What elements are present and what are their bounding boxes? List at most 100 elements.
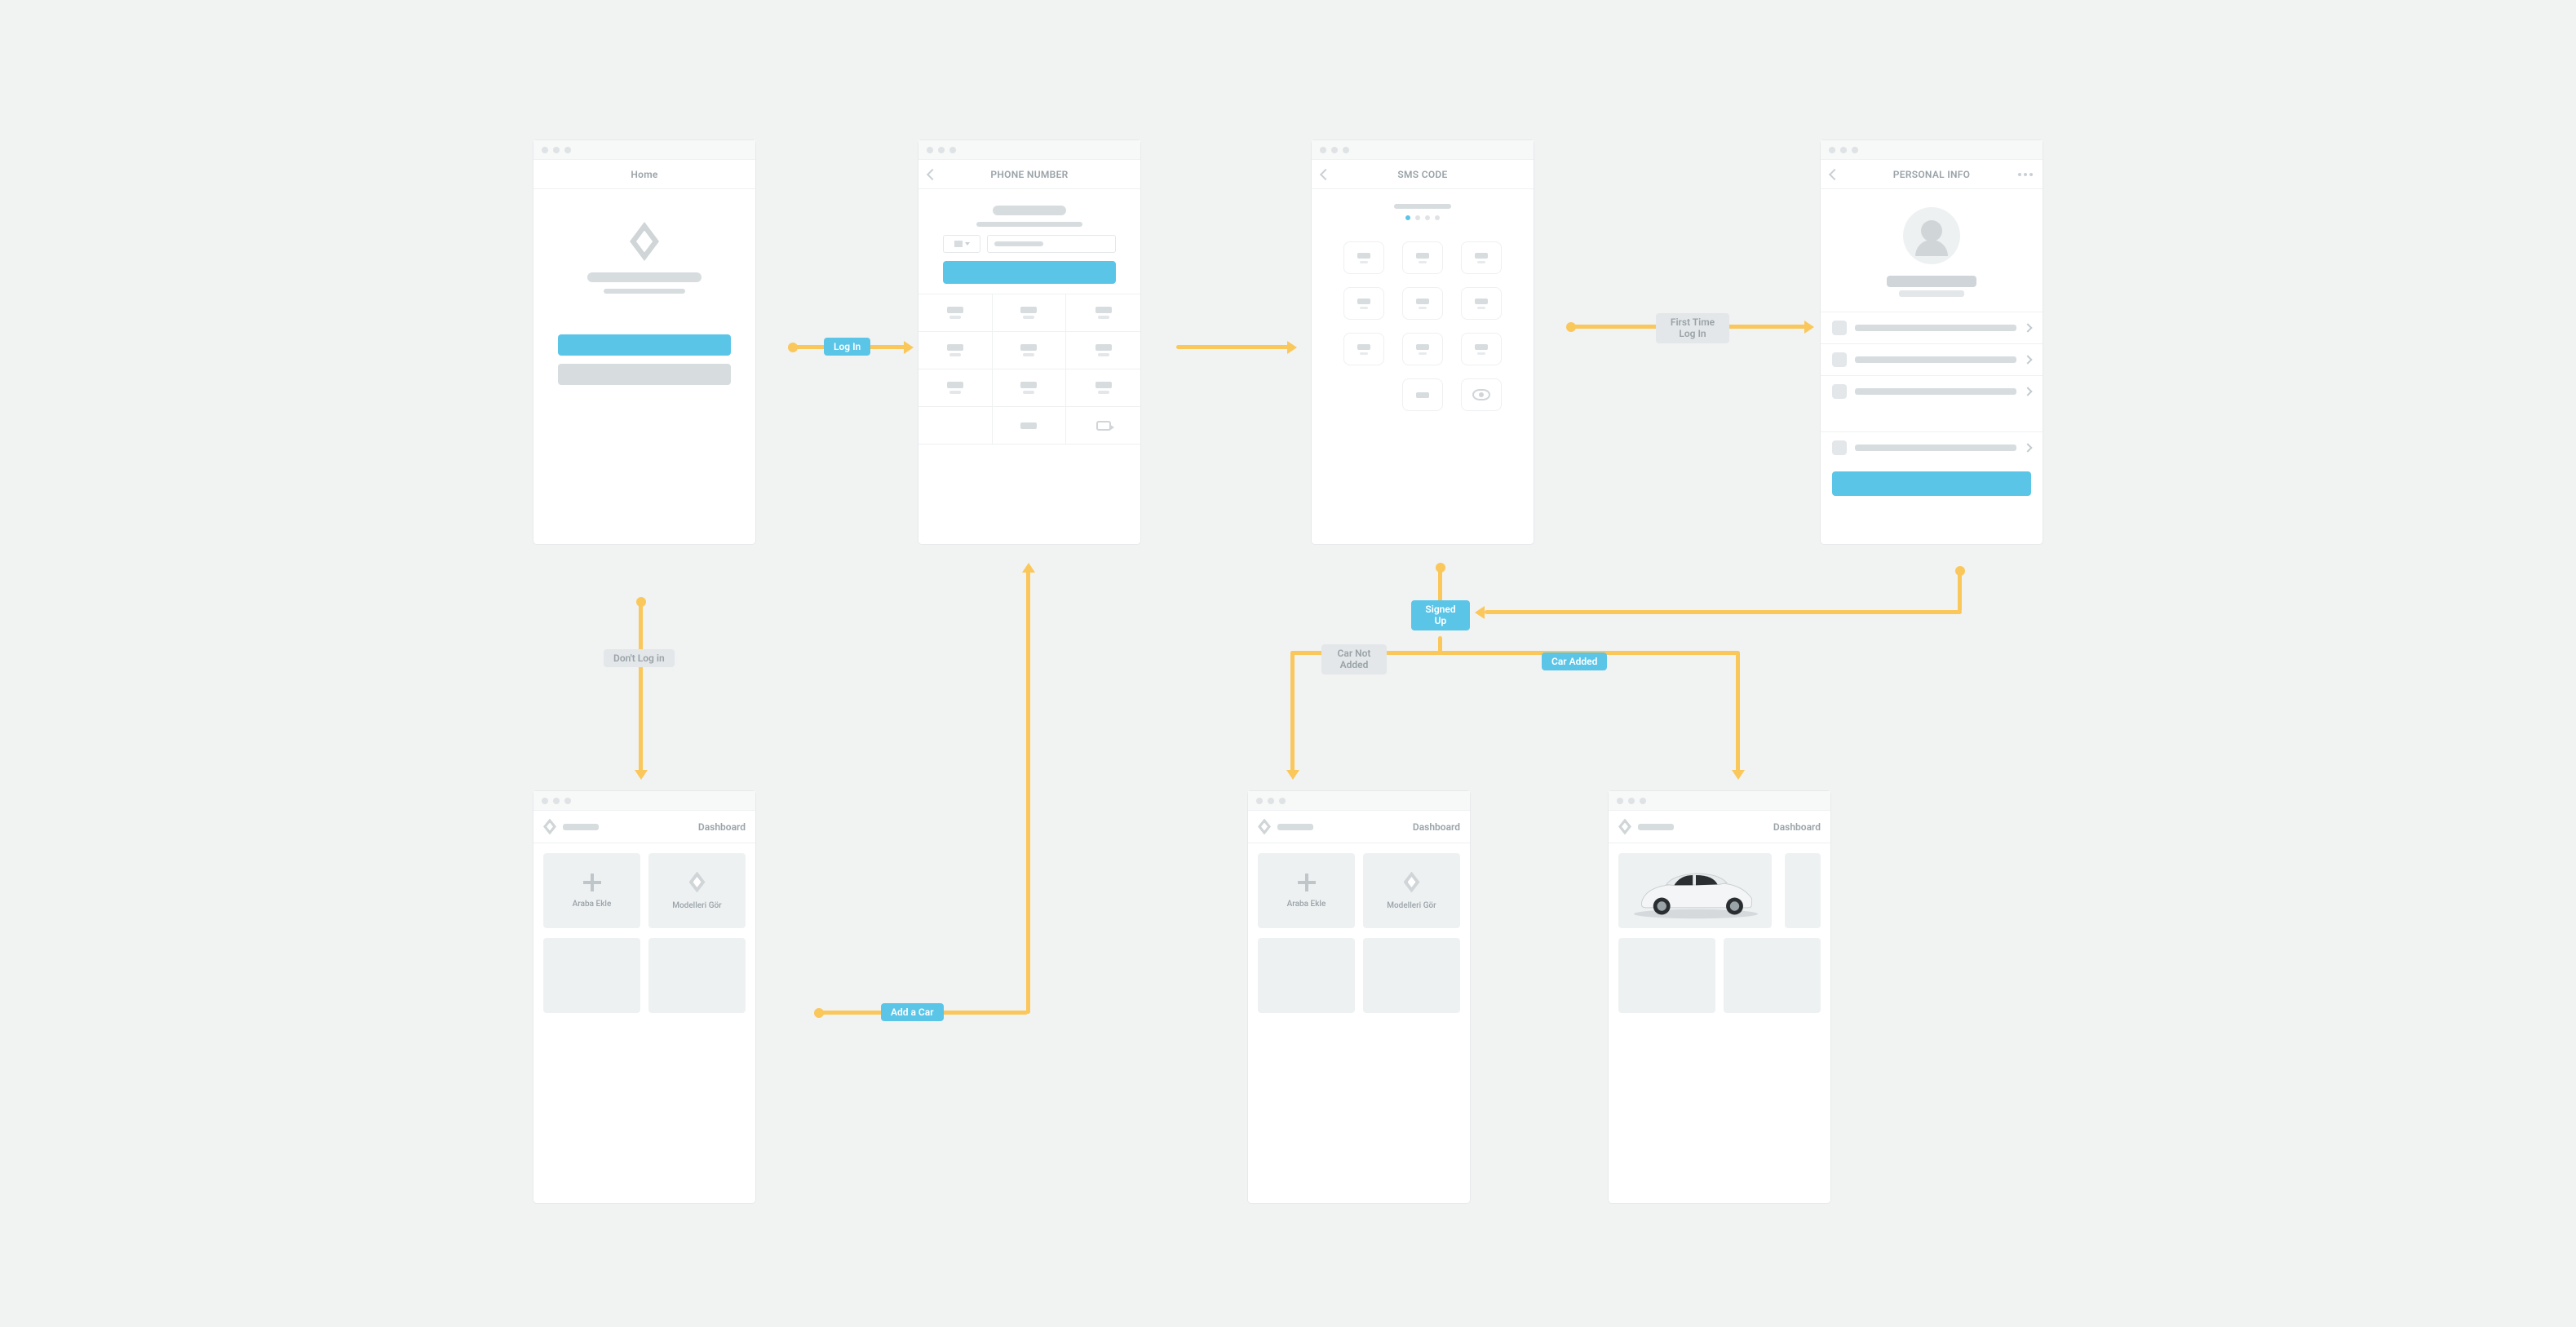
card-placeholder <box>1618 938 1715 1013</box>
pin-key-7[interactable] <box>1343 333 1384 365</box>
title-text: SMS CODE <box>1397 169 1447 180</box>
subheading-placeholder <box>976 222 1082 227</box>
traffic-light-dot <box>553 147 560 153</box>
dashboard-header: Dashboard <box>1248 811 1470 843</box>
key-6[interactable] <box>1066 332 1140 369</box>
list-item[interactable] <box>1821 375 2043 407</box>
avatar-placeholder-icon[interactable] <box>1903 207 1960 264</box>
flow-label-first-time: First Time Log In <box>1656 313 1729 343</box>
list-icon <box>1832 440 1847 455</box>
list-icon <box>1832 352 1847 367</box>
arrow-right-icon <box>1804 321 1814 334</box>
arrow-down-icon <box>635 770 648 780</box>
screen-phone-number: PHONE NUMBER <box>918 140 1140 544</box>
back-icon[interactable] <box>1829 168 1840 179</box>
country-code-select[interactable] <box>943 235 980 253</box>
pin-key-4[interactable] <box>1343 287 1384 320</box>
list-item[interactable] <box>1821 431 2043 463</box>
card-label: Araba Ekle <box>1287 900 1326 909</box>
back-icon[interactable] <box>1320 168 1331 179</box>
pin-key-1[interactable] <box>1343 241 1384 274</box>
dashboard-header: Dashboard <box>533 811 755 843</box>
screen-personal-info: PERSONAL INFO <box>1821 140 2043 544</box>
code-progress-dots <box>1336 215 1509 220</box>
car-image[interactable] <box>1618 853 1772 928</box>
arrow-up-icon <box>1022 563 1035 573</box>
key-5[interactable] <box>993 332 1067 369</box>
flow-line <box>1438 568 1442 602</box>
pin-key-3[interactable] <box>1461 241 1502 274</box>
list-item[interactable] <box>1821 343 2043 375</box>
card-models[interactable]: Modelleri Gör <box>648 853 746 928</box>
flow-line <box>1958 571 1962 612</box>
heading-placeholder <box>579 272 710 294</box>
key-4[interactable] <box>918 332 993 369</box>
key-7[interactable] <box>918 369 993 407</box>
arrow-left-icon <box>1475 606 1485 619</box>
arrow-down-icon <box>1286 770 1299 780</box>
skip-button[interactable] <box>558 364 731 385</box>
screen-body <box>533 222 755 385</box>
subtitle-placeholder <box>1899 290 1964 297</box>
submit-button[interactable] <box>1832 471 2031 496</box>
key-backspace-icon[interactable] <box>1066 407 1140 445</box>
pin-key-8[interactable] <box>1402 333 1443 365</box>
card-label: Araba Ekle <box>573 900 612 909</box>
dashboard-header: Dashboard <box>1609 811 1830 843</box>
card-models[interactable]: Modelleri Gör <box>1363 853 1460 928</box>
plus-icon <box>583 874 601 891</box>
card-placeholder <box>543 938 640 1013</box>
brand-logo-diamond-icon <box>1404 872 1420 893</box>
chevron-right-icon <box>2023 355 2032 364</box>
phone-input[interactable] <box>987 235 1116 253</box>
pin-key-0[interactable] <box>1402 378 1443 411</box>
flow-label-car-not-added: Car Not Added <box>1321 644 1387 675</box>
continue-button[interactable] <box>943 261 1116 284</box>
key-8[interactable] <box>993 369 1067 407</box>
arrow-right-icon <box>904 341 914 354</box>
key-3[interactable] <box>1066 294 1140 332</box>
flow-label-add-a-car: Add a Car <box>881 1003 944 1021</box>
card-add-car[interactable]: Araba Ekle <box>1258 853 1355 928</box>
card-label: Modelleri Gör <box>672 901 721 910</box>
brand-text-placeholder <box>1277 824 1313 830</box>
chevron-right-icon <box>2023 323 2032 332</box>
chevron-right-icon <box>2023 387 2032 396</box>
pin-key-9[interactable] <box>1461 333 1502 365</box>
screen-home: Home <box>533 140 755 544</box>
subheading-placeholder <box>1394 204 1451 209</box>
card-add-car[interactable]: Araba Ekle <box>543 853 640 928</box>
pin-key-show-icon[interactable] <box>1461 378 1502 411</box>
brand-logo-diamond-icon <box>689 872 706 893</box>
key-1[interactable] <box>918 294 993 332</box>
window-chrome <box>533 140 755 160</box>
name-placeholder <box>1887 276 1976 287</box>
title-text: Dashboard <box>1413 821 1460 833</box>
card-label: Modelleri Gör <box>1387 901 1436 910</box>
brand-logo-diamond-icon <box>1258 819 1271 835</box>
flow-line <box>1485 610 1962 614</box>
key-2[interactable] <box>993 294 1067 332</box>
flow-label-car-added: Car Added <box>1542 652 1607 670</box>
window-chrome <box>918 140 1140 160</box>
back-icon[interactable] <box>927 168 938 179</box>
pin-key-2[interactable] <box>1402 241 1443 274</box>
card-placeholder <box>648 938 746 1013</box>
pin-key-6[interactable] <box>1461 287 1502 320</box>
flow-node <box>1955 566 1965 576</box>
arrow-right-icon <box>1287 341 1297 354</box>
brand-logo-diamond-icon <box>630 222 659 261</box>
screen-title: PERSONAL INFO <box>1821 160 2043 189</box>
login-button[interactable] <box>558 334 731 356</box>
pin-key-5[interactable] <box>1402 287 1443 320</box>
flow-label-signed-up: Signed Up <box>1411 600 1470 630</box>
screen-title: PHONE NUMBER <box>918 160 1140 189</box>
plus-icon <box>1298 874 1316 891</box>
more-icon[interactable] <box>2018 173 2033 176</box>
card-placeholder <box>1363 938 1460 1013</box>
key-0[interactable] <box>993 407 1067 445</box>
brand-logo-diamond-icon <box>543 819 556 835</box>
list-item[interactable] <box>1821 312 2043 343</box>
key-9[interactable] <box>1066 369 1140 407</box>
window-chrome <box>1312 140 1534 160</box>
